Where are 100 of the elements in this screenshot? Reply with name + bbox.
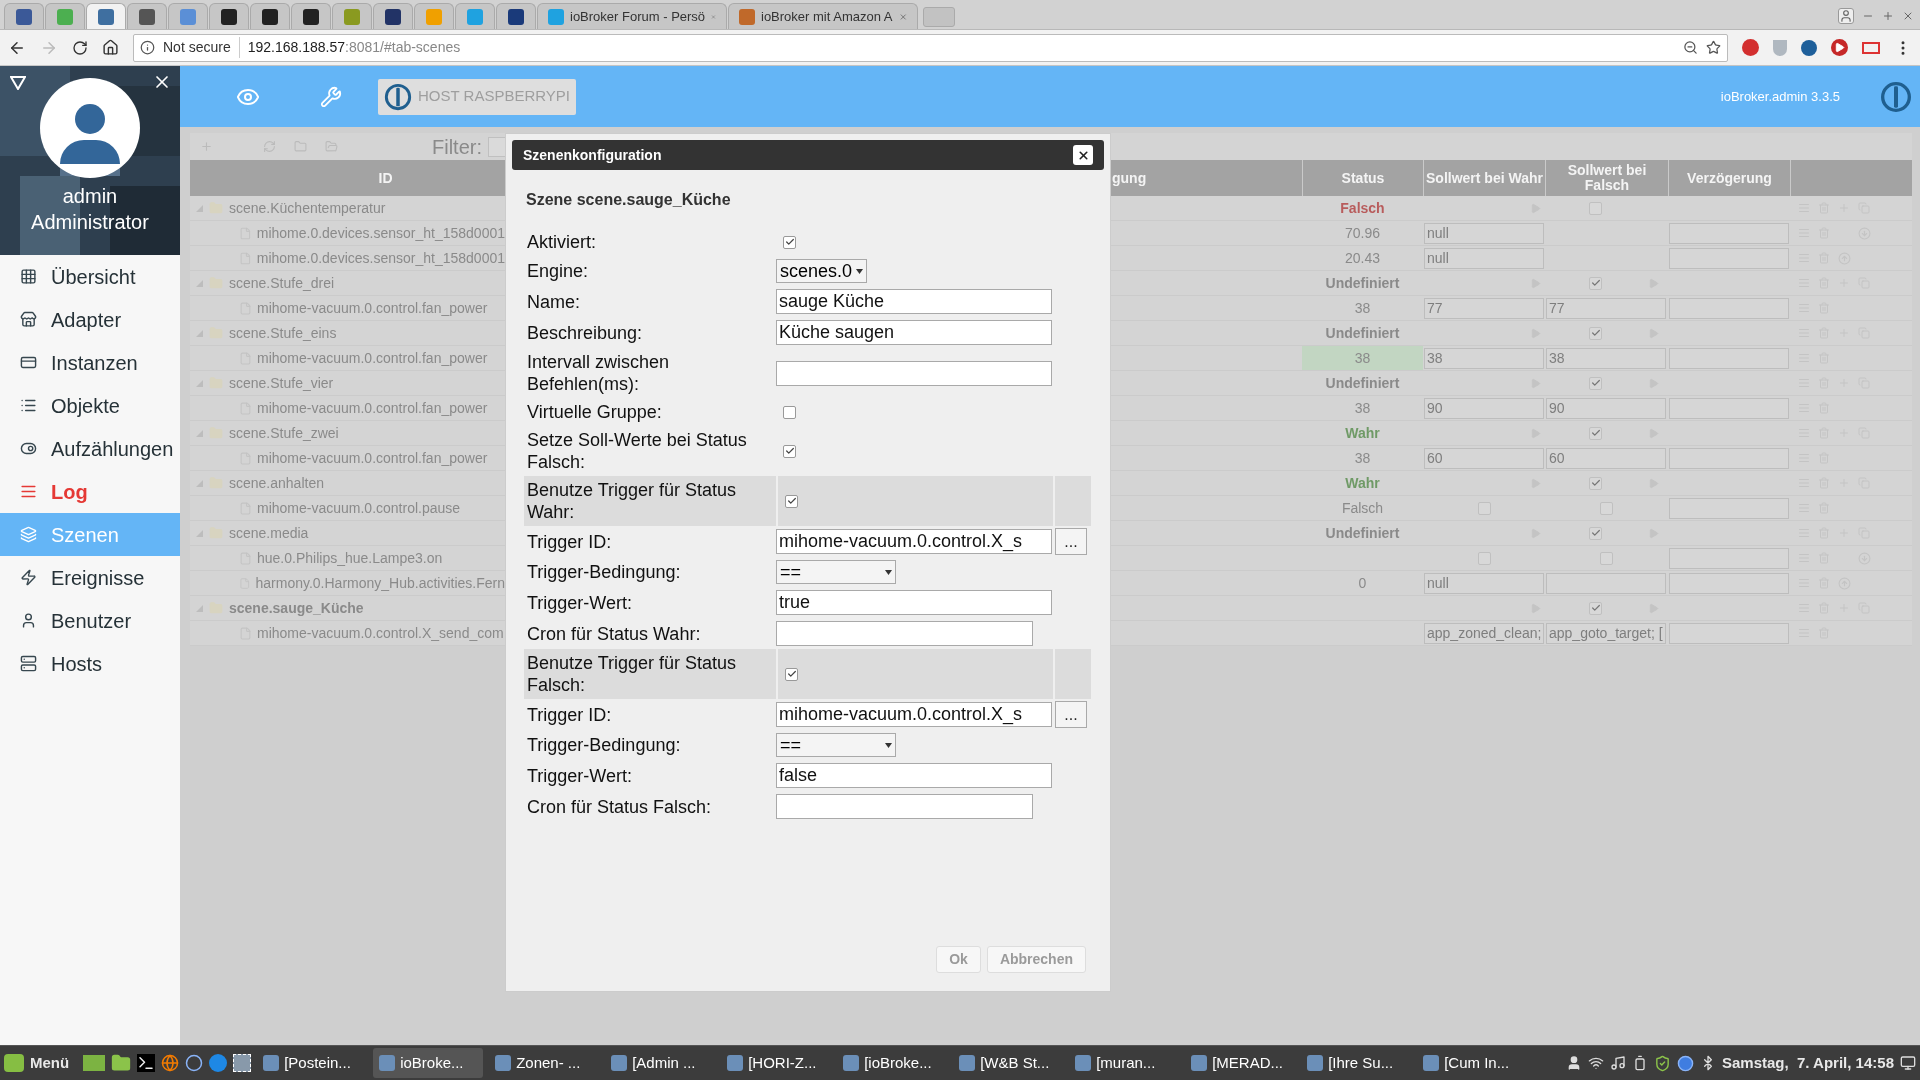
taskbar-window[interactable]: [Postein... (257, 1048, 368, 1078)
checkbox[interactable] (1589, 426, 1602, 440)
value-field[interactable] (1668, 622, 1789, 644)
menu-label[interactable]: Menü (30, 1051, 70, 1075)
value-field[interactable] (1668, 497, 1789, 519)
value-field[interactable]: 60 (1424, 447, 1544, 469)
wifi-icon[interactable] (1587, 1055, 1604, 1071)
nav-item[interactable]: Ereignisse (0, 556, 180, 599)
condition-select[interactable]: == (776, 733, 896, 757)
browser-tab[interactable] (209, 3, 249, 29)
value-field[interactable]: 90 (1546, 397, 1666, 419)
nav-item[interactable]: Benutzer (0, 599, 180, 642)
nav-item[interactable]: Aufzählungen (0, 427, 180, 470)
condition-select[interactable]: == (776, 560, 896, 584)
checkbox[interactable] (783, 444, 796, 458)
scene-id[interactable]: scene.media (229, 522, 309, 544)
text-field[interactable]: false (776, 763, 1052, 788)
dialog-button[interactable]: Abbrechen (986, 946, 1086, 973)
value-field[interactable] (1668, 347, 1789, 369)
nav-item[interactable]: Hosts (0, 642, 180, 685)
checkbox[interactable] (1589, 376, 1602, 390)
checkbox[interactable] (1589, 201, 1602, 215)
text-field[interactable]: mihome-vacuum.0.control.X_s (776, 529, 1052, 554)
value-field[interactable]: 77 (1546, 297, 1666, 319)
checkbox[interactable] (1477, 501, 1491, 515)
browser-tab[interactable] (373, 3, 413, 29)
dialog-button[interactable]: Ok (936, 946, 981, 973)
taskbar-window[interactable]: [muran... (1069, 1048, 1180, 1078)
checkbox[interactable] (1589, 326, 1602, 340)
value-field[interactable] (1668, 397, 1789, 419)
value-field[interactable]: null (1424, 572, 1544, 594)
text-field[interactable] (776, 621, 1033, 646)
taskbar-window[interactable]: [MERAD... (1185, 1048, 1296, 1078)
state-id[interactable]: harmony.0.Harmony_Hub.activities.Fern (255, 572, 505, 594)
new-tab-button[interactable] (923, 7, 955, 27)
column-header[interactable]: Sollwert bei Wahr (1426, 170, 1543, 186)
value-field[interactable]: app_goto_target; [ (1546, 622, 1666, 644)
column-header[interactable]: Status (1341, 170, 1385, 186)
browse-button[interactable]: ... (1055, 701, 1087, 728)
checkbox[interactable] (1599, 551, 1613, 565)
scene-id[interactable]: scene.Stufe_eins (229, 322, 337, 344)
browser-tab[interactable] (4, 3, 44, 29)
checkbox[interactable] (1589, 526, 1602, 540)
refresh-icon[interactable] (263, 140, 276, 153)
dropdown-triangle-icon[interactable] (10, 76, 26, 90)
value-field[interactable] (1668, 447, 1789, 469)
nav-item[interactable]: Instanzen (0, 341, 180, 384)
checkbox[interactable] (785, 494, 798, 508)
state-id[interactable]: mihome-vacuum.0.control.fan_power (257, 347, 488, 369)
taskbar-window[interactable]: [Admin ... (605, 1048, 716, 1078)
home-icon[interactable] (102, 39, 119, 56)
column-header[interactable]: ID (378, 170, 393, 186)
filter-field[interactable] (488, 136, 508, 157)
checkbox[interactable] (783, 235, 796, 249)
wrench-icon[interactable] (320, 85, 342, 108)
state-id[interactable]: hue.0.Philips_hue.Lampe3.on (257, 547, 443, 569)
nav-item[interactable]: Übersicht (0, 255, 180, 298)
scene-id[interactable]: scene.sauge_Küche (229, 597, 364, 619)
taskbar-window[interactable]: [ioBroke... (837, 1048, 948, 1078)
text-field[interactable] (776, 360, 1052, 386)
browse-button[interactable]: ... (1055, 528, 1087, 555)
scene-id[interactable]: scene.Küchentemperatur (229, 197, 386, 219)
terminal-icon[interactable] (137, 1054, 156, 1072)
checkbox[interactable] (1589, 276, 1602, 290)
taskbar-window[interactable]: [Ihre Su... (1301, 1048, 1412, 1078)
column-header[interactable]: Sollwert bei Falsch (1546, 163, 1668, 193)
value-field[interactable] (1668, 297, 1789, 319)
taskbar-window[interactable]: [HORI-Z... (721, 1048, 832, 1078)
state-id[interactable]: mihome.0.devices.sensor_ht_158d0001 (256, 222, 505, 244)
value-field[interactable]: 90 (1424, 397, 1544, 419)
circle-icon[interactable] (185, 1054, 204, 1072)
state-id[interactable]: mihome-vacuum.0.control.fan_power (257, 447, 488, 469)
value-field[interactable] (1546, 572, 1666, 594)
state-id[interactable]: mihome-vacuum.0.control.pause (257, 497, 461, 519)
nav-item[interactable]: Adapter (0, 298, 180, 341)
browser-tab[interactable] (86, 3, 126, 29)
clock[interactable]: Samstag, 7. April, 14:58 (1721, 1051, 1894, 1075)
text-field[interactable]: sauge Küche (776, 289, 1052, 314)
value-field[interactable] (1668, 222, 1789, 244)
zoom-icon[interactable] (1683, 40, 1698, 55)
column-header[interactable]: Verzögerung (1687, 170, 1772, 186)
text-field[interactable] (776, 794, 1033, 819)
folder-icon[interactable] (111, 1053, 132, 1073)
taskbar-window[interactable]: [W&B St... (953, 1048, 1064, 1078)
scene-id[interactable]: scene.Stufe_zwei (229, 422, 339, 444)
taskbar-window[interactable]: [Cum In... (1417, 1048, 1528, 1078)
browser-tab[interactable] (250, 3, 290, 29)
browser-tab[interactable] (127, 3, 167, 29)
text-field[interactable]: true (776, 590, 1052, 615)
state-id[interactable]: mihome-vacuum.0.control.X_send_com (257, 622, 504, 644)
globe-icon[interactable] (161, 1054, 180, 1072)
value-field[interactable]: null (1424, 247, 1544, 269)
browser-tab[interactable]: ioBroker Forum - Persö (537, 3, 727, 29)
value-field[interactable]: 60 (1546, 447, 1666, 469)
checkbox[interactable] (1599, 501, 1613, 515)
value-field[interactable]: 77 (1424, 297, 1544, 319)
value-field[interactable]: 38 (1424, 347, 1544, 369)
folder-open-icon[interactable] (325, 140, 338, 153)
add-icon[interactable] (200, 140, 213, 153)
scene-id[interactable]: scene.Stufe_vier (229, 372, 334, 394)
